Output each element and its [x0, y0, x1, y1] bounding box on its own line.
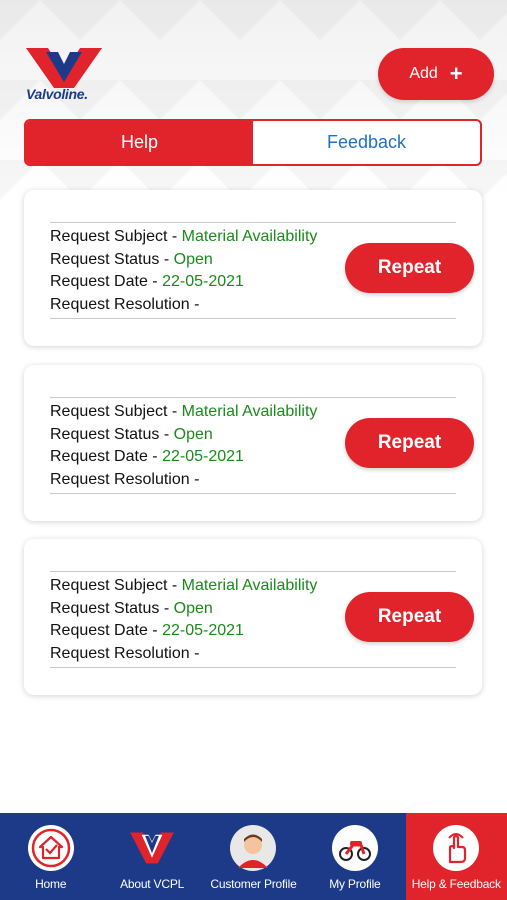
request-date-label: Request Date -: [50, 448, 163, 465]
add-label: Add: [409, 65, 438, 82]
nav-my-profile-label: My Profile: [329, 877, 381, 891]
request-status-value: Open: [173, 250, 213, 268]
request-resolution-label: Request Resolution -: [50, 470, 200, 488]
request-subject-label: Request Subject -: [50, 403, 182, 420]
nav-customer-label: Customer Profile: [210, 877, 297, 891]
request-details: Request Subject - Material Availability …: [50, 226, 317, 316]
request-subject-value: Material Availability: [181, 577, 318, 594]
nav-help-feedback[interactable]: Help & Feedback: [405, 813, 507, 900]
request-date-row: Request Date - 22-05-2021: [50, 620, 317, 643]
request-details: Request Subject - Material Availability …: [50, 575, 317, 665]
request-date-row: Request Date - 22-05-2021: [50, 271, 317, 294]
request-status-value: Open: [173, 599, 213, 617]
request-date-label: Request Date -: [50, 273, 163, 290]
tab-help[interactable]: Help: [26, 121, 253, 164]
plus-icon: +: [449, 61, 463, 86]
request-status-label: Request Status -: [50, 599, 174, 617]
request-date-value: 22-05-2021: [162, 448, 244, 465]
nav-help-label: Help & Feedback: [411, 877, 501, 891]
request-date-value: 22-05-2021: [162, 273, 244, 290]
request-resolution-row: Request Resolution -: [50, 643, 317, 666]
tab-bar: Help Feedback: [24, 119, 482, 166]
valvoline-logo-icon: [129, 825, 175, 871]
add-button[interactable]: Add +: [378, 48, 494, 100]
request-subject-row: Request Subject - Material Availability: [50, 575, 317, 598]
divider: [50, 571, 456, 572]
request-subject-row: Request Subject - Material Availability: [50, 401, 317, 424]
bottom-navigation: Home About VCPL Customer Profile My Prof…: [0, 813, 507, 900]
divider: [50, 667, 456, 668]
nav-home-label: Home: [35, 877, 67, 891]
header: Valvoline. Add +: [0, 0, 507, 110]
request-date-value: 22-05-2021: [162, 622, 244, 639]
nav-about-vcpl[interactable]: About VCPL: [101, 813, 202, 900]
request-date-row: Request Date - 22-05-2021: [50, 446, 317, 469]
request-status-row: Request Status - Open: [50, 598, 317, 621]
hand-tap-icon: [433, 825, 480, 871]
request-status-row: Request Status - Open: [50, 424, 317, 447]
nav-customer-profile[interactable]: Customer Profile: [203, 813, 304, 900]
request-date-label: Request Date -: [50, 622, 163, 639]
request-status-label: Request Status -: [50, 425, 174, 443]
tab-feedback[interactable]: Feedback: [253, 121, 480, 164]
request-resolution-label: Request Resolution -: [50, 644, 200, 662]
divider: [50, 318, 456, 319]
divider: [50, 397, 456, 398]
request-subject-value: Material Availability: [181, 228, 318, 245]
request-status-value: Open: [173, 425, 213, 443]
request-subject-row: Request Subject - Material Availability: [50, 226, 317, 249]
request-card: Request Subject - Material Availability …: [24, 365, 482, 521]
nav-home[interactable]: Home: [0, 813, 101, 900]
repeat-button[interactable]: Repeat: [345, 418, 474, 468]
request-status-row: Request Status - Open: [50, 249, 317, 272]
request-card: Request Subject - Material Availability …: [24, 190, 482, 346]
request-details: Request Subject - Material Availability …: [50, 401, 317, 491]
divider: [50, 222, 456, 223]
request-subject-label: Request Subject -: [50, 577, 182, 594]
request-resolution-row: Request Resolution -: [50, 469, 317, 492]
request-status-label: Request Status -: [50, 250, 174, 268]
nav-about-label: About VCPL: [120, 877, 185, 891]
request-card: Request Subject - Material Availability …: [24, 539, 482, 695]
brand-name: Valvoline.: [26, 86, 88, 102]
home-icon: [27, 825, 74, 871]
customer-avatar-icon: [230, 825, 277, 871]
repeat-button[interactable]: Repeat: [345, 592, 474, 642]
request-subject-value: Material Availability: [181, 403, 318, 420]
motorbike-icon: [331, 825, 378, 871]
repeat-button[interactable]: Repeat: [345, 243, 474, 293]
request-subject-label: Request Subject -: [50, 228, 182, 245]
divider: [50, 493, 456, 494]
request-resolution-row: Request Resolution -: [50, 294, 317, 317]
nav-my-profile[interactable]: My Profile: [304, 813, 405, 900]
request-resolution-label: Request Resolution -: [50, 295, 200, 313]
